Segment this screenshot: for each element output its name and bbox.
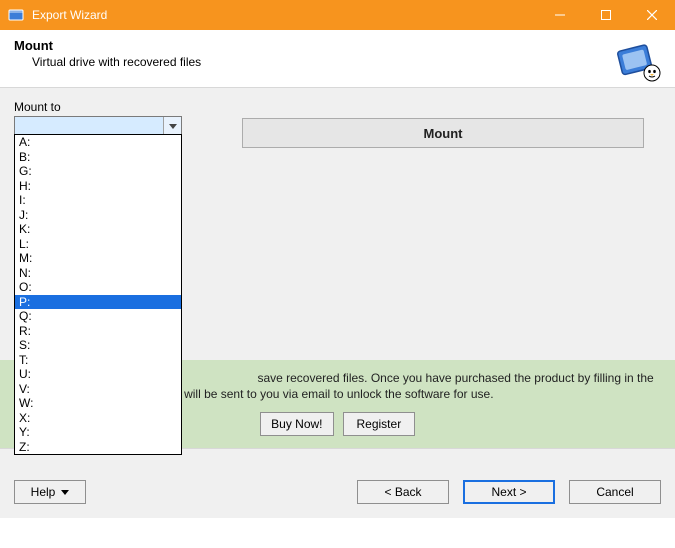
window-title: Export Wizard xyxy=(32,8,107,22)
dropdown-option[interactable]: U: xyxy=(15,367,181,382)
chevron-down-icon xyxy=(61,490,69,495)
dropdown-option[interactable]: H: xyxy=(15,179,181,194)
help-button[interactable]: Help xyxy=(14,480,86,504)
register-button[interactable]: Register xyxy=(343,412,415,436)
wizard-header: Mount Virtual drive with recovered files xyxy=(0,30,675,88)
mount-to-label: Mount to xyxy=(14,100,661,114)
page-title: Mount xyxy=(14,38,615,53)
buy-now-button[interactable]: Buy Now! xyxy=(260,412,333,436)
dropdown-option[interactable]: V: xyxy=(15,382,181,397)
cancel-button[interactable]: Cancel xyxy=(569,480,661,504)
dropdown-option[interactable]: L: xyxy=(15,237,181,252)
page-subtitle: Virtual drive with recovered files xyxy=(14,55,615,69)
back-button[interactable]: < Back xyxy=(357,480,449,504)
help-button-label: Help xyxy=(31,485,56,499)
dropdown-option[interactable]: Q: xyxy=(15,309,181,324)
dropdown-option[interactable]: O: xyxy=(15,280,181,295)
dropdown-option[interactable]: J: xyxy=(15,208,181,223)
minimize-button[interactable] xyxy=(537,0,583,30)
wizard-footer: Help < Back Next > Cancel xyxy=(0,448,675,518)
maximize-button[interactable] xyxy=(583,0,629,30)
wizard-icon xyxy=(615,38,661,84)
titlebar: Export Wizard xyxy=(0,0,675,30)
dropdown-option[interactable]: G: xyxy=(15,164,181,179)
dropdown-option[interactable]: X: xyxy=(15,411,181,426)
dropdown-option[interactable]: S: xyxy=(15,338,181,353)
dropdown-option[interactable]: B: xyxy=(15,150,181,165)
dropdown-option[interactable]: P: xyxy=(15,295,181,310)
close-button[interactable] xyxy=(629,0,675,30)
dropdown-option[interactable]: M: xyxy=(15,251,181,266)
dropdown-option[interactable]: Z: xyxy=(15,440,181,455)
dropdown-option[interactable]: K: xyxy=(15,222,181,237)
dropdown-option[interactable]: R: xyxy=(15,324,181,339)
next-button[interactable]: Next > xyxy=(463,480,555,504)
dropdown-option[interactable]: I: xyxy=(15,193,181,208)
dropdown-option[interactable]: N: xyxy=(15,266,181,281)
mount-button[interactable]: Mount xyxy=(242,118,644,148)
app-icon xyxy=(6,5,26,25)
mount-to-dropdown-list[interactable]: A:B:G:H:I:J:K:L:M:N:O:P:Q:R:S:T:U:V:W:X:… xyxy=(14,134,182,455)
dropdown-option[interactable]: T: xyxy=(15,353,181,368)
dropdown-option[interactable]: W: xyxy=(15,396,181,411)
dropdown-option[interactable]: Y: xyxy=(15,425,181,440)
dropdown-option[interactable]: A: xyxy=(15,135,181,150)
